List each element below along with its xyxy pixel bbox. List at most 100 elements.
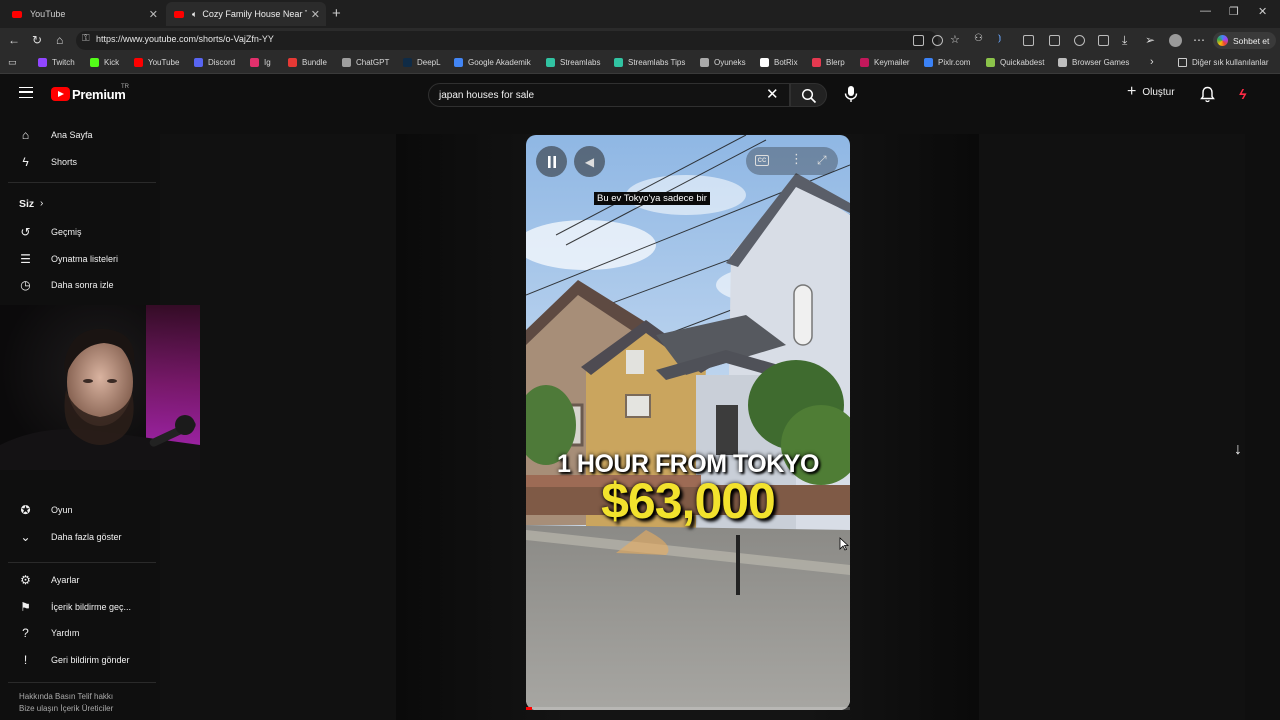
sidebar-item-label: Daha fazla göster xyxy=(51,531,122,542)
bookmark-favicon-icon xyxy=(614,58,623,67)
copilot-chat-button[interactable]: Sohbet et xyxy=(1213,32,1277,49)
create-button[interactable]: + Oluştur xyxy=(1127,84,1175,100)
bookmark-label: Keymailer xyxy=(874,58,910,67)
fullscreen-icon[interactable]: ⤢ xyxy=(817,153,827,168)
next-short-arrow-icon[interactable]: ↓ xyxy=(1234,441,1242,459)
maximize-icon[interactable]: ❐ xyxy=(1229,5,1239,18)
more-menu-icon[interactable]: ⋯ xyxy=(1193,33,1205,47)
sidebar-item-playlist[interactable]: ☰ Oynatma listeleri xyxy=(18,251,118,266)
sidebar-item-watch-later[interactable]: ◷ Daha sonra izle xyxy=(18,277,113,292)
bookmark-label: Pixlr.com xyxy=(938,58,971,67)
speaker-icon[interactable]: 🔈︎ xyxy=(192,9,197,20)
volume-button[interactable]: ◀ xyxy=(574,146,605,177)
bookmark-favicon-icon xyxy=(194,58,203,67)
bookmark-favicon-icon xyxy=(454,58,463,67)
bookmark-item[interactable]: DeepL xyxy=(403,58,441,67)
sidebar-item-history[interactable]: ↺ Geçmiş xyxy=(18,224,81,239)
pause-button[interactable] xyxy=(536,146,567,177)
bookmark-label: BotRix xyxy=(774,58,798,67)
app-install-icon[interactable] xyxy=(913,35,924,46)
bookmark-item[interactable]: Google Akademik xyxy=(454,58,531,67)
bookmark-item[interactable]: Twitch xyxy=(38,58,75,67)
extensions-puzzle-icon[interactable] xyxy=(1023,35,1034,46)
bookmark-item[interactable]: Bundle xyxy=(288,58,327,67)
clear-search-icon[interactable]: ✕ xyxy=(766,85,779,103)
back-icon[interactable]: ← xyxy=(8,33,20,47)
sidebar-item-home[interactable]: ⌂ Ana Sayfa xyxy=(18,127,93,142)
bookmark-item[interactable]: Kick xyxy=(90,58,119,67)
profile-avatar-icon[interactable] xyxy=(1169,34,1182,47)
chevron-right-icon[interactable]: › xyxy=(40,198,43,209)
url-bar[interactable]: ⚿ https://www.youtube.com/shorts/o-VajZf… xyxy=(76,31,938,50)
bookmark-item[interactable]: Pixlr.com xyxy=(924,58,970,67)
split-screen-icon[interactable] xyxy=(1049,35,1060,46)
other-bookmarks-folder[interactable]: Diğer sık kullanılanlar xyxy=(1178,58,1268,67)
bookmarks-overflow-icon[interactable]: › xyxy=(1150,56,1154,68)
reload-icon[interactable]: ↻ xyxy=(32,33,42,47)
search-button[interactable] xyxy=(790,83,827,107)
site-info-icon[interactable]: ⚿ xyxy=(82,33,90,44)
minimize-icon[interactable]: — xyxy=(1200,5,1211,17)
share-icon[interactable]: ➢ xyxy=(1145,33,1155,47)
sidebar-item-gear[interactable]: ⚙ Ayarlar xyxy=(18,572,79,587)
sidebar-item-chevron-down[interactable]: ⌄ Daha fazla göster xyxy=(18,529,122,544)
sidebar-you-heading[interactable]: Siz xyxy=(19,198,34,210)
sidebar-item-label: İçerik bildirme geç... xyxy=(51,601,132,612)
sidebar-item-label: Shorts xyxy=(51,156,78,167)
sidebar-item-flag[interactable]: ⚑ İçerik bildirme geç... xyxy=(18,599,131,614)
downloads-icon[interactable]: ⤓ xyxy=(1122,33,1127,48)
new-tab-icon[interactable]: + xyxy=(332,5,341,22)
bookmark-item[interactable]: Blerp xyxy=(812,58,845,67)
tracking-icon[interactable] xyxy=(932,35,943,46)
bookmark-item[interactable]: Quickabdest xyxy=(986,58,1044,67)
bookmark-item[interactable]: Streamlabs xyxy=(546,58,600,67)
sidebar-item-feedback[interactable]: ! Geri bildirim gönder xyxy=(18,652,130,667)
close-window-icon[interactable]: ✕ xyxy=(1258,5,1267,18)
microphone-icon[interactable] xyxy=(843,85,859,103)
shorts-video[interactable] xyxy=(526,135,850,710)
footer-links-1[interactable]: Hakkında Basın Telif hakkı xyxy=(19,692,113,701)
close-tab-icon[interactable]: ✕ xyxy=(149,8,158,21)
channel-avatar-icon[interactable]: ϟ xyxy=(1239,86,1246,102)
notifications-bell-icon[interactable] xyxy=(1200,86,1215,103)
streamer-webcam-image xyxy=(0,305,200,470)
bookmark-item[interactable]: Ig xyxy=(250,58,271,67)
bookmark-item[interactable]: ChatGPT xyxy=(342,58,389,67)
bookmark-label: Oyuneks xyxy=(714,58,746,67)
hamburger-menu-icon[interactable] xyxy=(19,87,33,98)
bookmark-item[interactable]: Keymailer xyxy=(860,58,910,67)
bookmark-favicon-icon xyxy=(90,58,99,67)
collections-icon[interactable] xyxy=(1098,35,1109,46)
sidebar-item-gaming[interactable]: ✪ Oyun xyxy=(18,502,72,517)
video-progress-bar[interactable] xyxy=(526,707,850,710)
youtube-favicon-icon xyxy=(12,10,22,18)
bookmark-item[interactable]: BotRix xyxy=(760,58,798,67)
extension-icon[interactable]: ⚇ xyxy=(974,33,983,44)
search-input[interactable]: japan houses for sale xyxy=(428,83,790,107)
footer-links-2[interactable]: Bize ulaşın İçerik Üreticiler xyxy=(19,704,113,713)
bookmark-favicon-icon xyxy=(342,58,351,67)
browser-tab-active[interactable]: 🔈︎ Cozy Family House Near Tokyo ✕ xyxy=(166,2,326,26)
sidebar-item-help[interactable]: ? Yardım xyxy=(18,625,79,640)
youtube-logo[interactable] xyxy=(51,87,70,101)
workspaces-icon[interactable]: ▭ xyxy=(8,57,17,68)
extension-blue-icon[interactable]: ⦆ xyxy=(998,33,1001,44)
closed-captions-button[interactable]: CC xyxy=(755,155,769,166)
bookmark-item[interactable]: Oyuneks xyxy=(700,58,746,67)
home-icon[interactable]: ⌂ xyxy=(56,33,63,47)
video-progress-fill xyxy=(526,707,533,710)
browser-tab-youtube[interactable]: YouTube ✕ xyxy=(4,2,164,26)
bookmark-item[interactable]: Discord xyxy=(194,58,235,67)
close-tab-icon[interactable]: ✕ xyxy=(311,8,320,21)
search-query: japan houses for sale xyxy=(439,90,535,101)
copilot-icon xyxy=(1217,35,1228,46)
performance-icon[interactable] xyxy=(1074,35,1085,46)
folder-icon xyxy=(1178,58,1187,67)
favorite-star-icon[interactable]: ☆ xyxy=(950,33,960,46)
bookmark-item[interactable]: Browser Games xyxy=(1058,58,1129,67)
bookmark-item[interactable]: YouTube xyxy=(134,58,179,67)
video-frame-house-image xyxy=(526,135,850,710)
sidebar-item-shorts[interactable]: ϟ Shorts xyxy=(18,154,77,169)
bookmark-item[interactable]: Streamlabs Tips xyxy=(614,58,685,67)
more-options-icon[interactable]: ⋮ xyxy=(790,152,803,165)
